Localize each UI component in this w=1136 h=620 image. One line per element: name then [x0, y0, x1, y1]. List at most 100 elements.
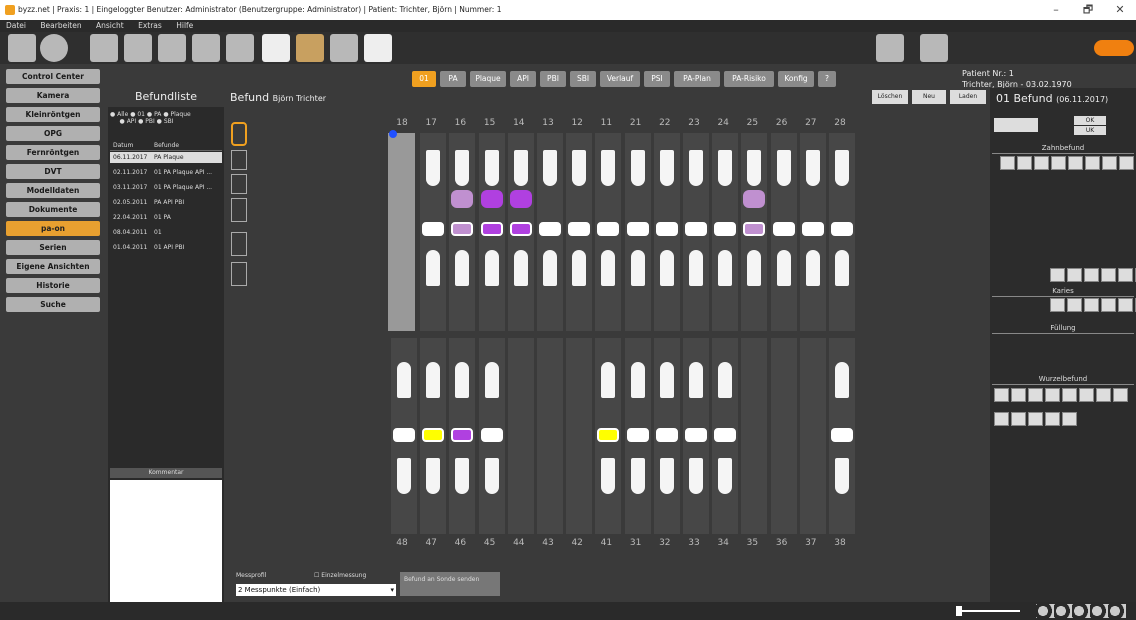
tooth-lower[interactable] [566, 338, 593, 534]
tab-pa-plan[interactable]: PA-Plan [674, 71, 720, 87]
befund-icon[interactable] [1118, 268, 1133, 282]
nav-serien[interactable]: Serien [6, 240, 100, 255]
befund-icon[interactable] [1017, 156, 1032, 170]
list-item[interactable]: 03.11.2017 01 PA Plaque API ... [110, 182, 222, 193]
tab-konfig[interactable]: Konfig [778, 71, 814, 87]
befund-icon[interactable] [1062, 388, 1077, 402]
tooth-xray-icon[interactable] [226, 34, 254, 62]
tab-pa-risiko[interactable]: PA-Risiko [724, 71, 774, 87]
befund-icon[interactable] [1079, 388, 1094, 402]
tooth-nav-stepper[interactable] [994, 118, 1038, 132]
tab-sbi[interactable]: SBI [570, 71, 596, 87]
close-button[interactable]: ✕ [1104, 0, 1136, 20]
befund-icon[interactable] [1085, 156, 1100, 170]
monitor-icon[interactable] [876, 34, 904, 62]
view-buttons[interactable] [1036, 604, 1126, 618]
tooth-occlusal[interactable] [801, 222, 824, 236]
calculator-icon[interactable] [330, 34, 358, 62]
menu-bearbeiten[interactable]: Bearbeiten [40, 21, 81, 30]
befund-icon[interactable] [1084, 268, 1099, 282]
loeschen-button[interactable]: Löschen [872, 90, 908, 104]
xray-icon[interactable] [158, 34, 186, 62]
nav-kamera[interactable]: Kamera [6, 88, 100, 103]
list-item[interactable]: 08.04.2011 01 [110, 227, 222, 238]
nav-fernroentgen[interactable]: Fernröntgen [6, 145, 100, 160]
tab-plaque[interactable]: Plaque [470, 71, 506, 87]
tooth-occlusal[interactable] [743, 222, 766, 236]
teeth-icon[interactable] [124, 34, 152, 62]
list-item[interactable]: 06.11.2017 PA Plaque [110, 152, 222, 163]
tooth-occlusal[interactable] [597, 428, 620, 442]
tooth-lower[interactable] [770, 338, 797, 534]
nav-eigene-ansichten[interactable]: Eigene Ansichten [6, 259, 100, 274]
befund-icon[interactable] [1028, 388, 1043, 402]
tooth-occlusal[interactable] [480, 428, 503, 442]
befund-icon[interactable] [1050, 268, 1065, 282]
tooth-occlusal[interactable] [714, 222, 737, 236]
nav-dokumente[interactable]: Dokumente [6, 202, 100, 217]
tab-pa[interactable]: PA [440, 71, 466, 87]
book-icon[interactable] [364, 34, 392, 62]
kommentar-field[interactable] [110, 480, 222, 602]
nav-kleinroentgen[interactable]: Kleinröntgen [6, 107, 100, 122]
befund-icon[interactable] [1034, 156, 1049, 170]
patient-info[interactable]: Patient Nr.: 1 Trichter, Björn - 03.02.1… [962, 68, 1072, 90]
zoom-handle[interactable] [956, 606, 962, 616]
laden-button[interactable]: Laden [950, 90, 986, 104]
nav-suche[interactable]: Suche [6, 297, 100, 312]
sende-button[interactable]: Befund an Sonde senden [400, 572, 500, 596]
pen-icon[interactable] [90, 34, 118, 62]
befund-icon[interactable] [1028, 412, 1043, 426]
befund-icon[interactable] [1119, 156, 1134, 170]
tooth-occlusal[interactable] [393, 428, 415, 442]
befund-icon[interactable] [1050, 298, 1065, 312]
list-item[interactable]: 02.05.2011 PA API PBI [110, 197, 222, 208]
tooth-occlusal[interactable] [422, 222, 445, 236]
tab-verlauf[interactable]: Verlauf [600, 71, 640, 87]
tooth-occlusal[interactable] [685, 222, 707, 236]
tab-01[interactable]: 01 [412, 71, 436, 87]
nav-historie[interactable]: Historie [6, 278, 100, 293]
messprofil-select[interactable]: 2 Messpunkte (Einfach) ▾ [236, 584, 396, 596]
uk-button[interactable]: UK [1074, 126, 1106, 135]
info-icon[interactable] [389, 130, 397, 138]
arch-lower-tool[interactable] [231, 174, 247, 194]
befund-icon[interactable] [1062, 412, 1077, 426]
befund-icon[interactable] [1067, 268, 1082, 282]
befund-icon[interactable] [1000, 156, 1015, 170]
tab-help[interactable]: ? [818, 71, 836, 87]
nav-pa-on[interactable]: pa-on [6, 221, 100, 236]
tooth-occlusal[interactable] [626, 428, 649, 442]
nav-modelldaten[interactable]: Modelldaten [6, 183, 100, 198]
tooth-occlusal[interactable] [568, 222, 591, 236]
befund-icon[interactable] [1084, 298, 1099, 312]
maximize-button[interactable]: 🗗 [1072, 0, 1104, 20]
zoom-slider[interactable] [960, 610, 1020, 612]
tooth-occlusal[interactable] [626, 222, 649, 236]
tooth-outline-tool[interactable] [231, 122, 247, 146]
tooth-occlusal[interactable] [451, 222, 474, 236]
tooth-occlusal[interactable] [772, 222, 795, 236]
einzelmessung-checkbox[interactable]: ☐ Einzelmessung [314, 572, 366, 579]
befund-icon[interactable] [1011, 412, 1026, 426]
tooth-occlusal[interactable] [685, 428, 707, 442]
user-icon[interactable] [8, 34, 36, 62]
tooth-lower[interactable] [507, 338, 534, 534]
befund-icon[interactable] [994, 388, 1009, 402]
befund-icon[interactable] [1011, 388, 1026, 402]
menu-extras[interactable]: Extras [138, 21, 162, 30]
befund-icon[interactable] [1045, 388, 1060, 402]
befund-icon[interactable] [1118, 298, 1133, 312]
implant-tool[interactable] [231, 198, 247, 222]
nav-control-center[interactable]: Control Center [6, 69, 100, 84]
tab-psi[interactable]: PSI [644, 71, 670, 87]
ok-button[interactable]: OK [1074, 116, 1106, 125]
tooth-occlusal[interactable] [422, 428, 445, 442]
export-icon[interactable] [920, 34, 948, 62]
tooth-occlusal[interactable] [655, 222, 678, 236]
tooth-lower[interactable] [537, 338, 563, 534]
tab-api[interactable]: API [510, 71, 536, 87]
list-item[interactable]: 22.04.2011 01 PA [110, 212, 222, 223]
befund-icon[interactable] [1102, 156, 1117, 170]
nav-opg[interactable]: OPG [6, 126, 100, 141]
